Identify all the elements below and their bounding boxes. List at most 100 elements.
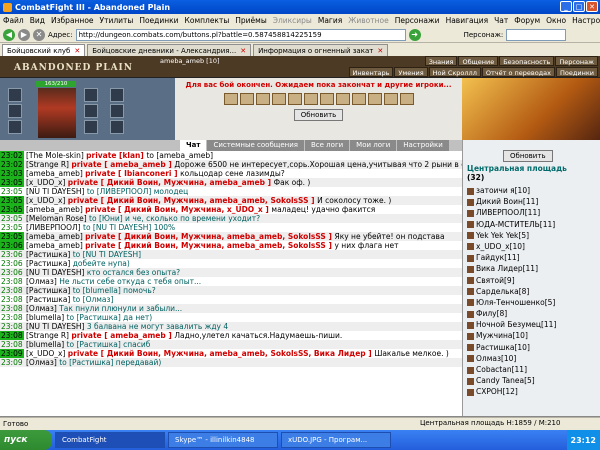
chat-sender[interactable]: [NU TI DAYESH] (24, 322, 87, 331)
chat-sender[interactable]: [Олмаз] (24, 304, 60, 313)
menu-item[interactable]: Утилиты (100, 16, 134, 25)
menu-item[interactable]: Поединки (139, 16, 178, 25)
menu-item[interactable]: Приёмы (235, 16, 266, 25)
user-list-item[interactable]: ЛИВЕРПООЛ[11] (467, 207, 599, 218)
chat-timestamp[interactable]: 23:05 (0, 214, 24, 223)
go-icon[interactable]: ➜ (408, 28, 421, 41)
tab-close-icon[interactable]: ✕ (377, 47, 383, 55)
user-list-item[interactable]: Cobactan[11] (467, 364, 599, 375)
chat-timestamp[interactable]: 23:05 (0, 232, 24, 241)
chat-sender[interactable]: [x_UDO_x] (24, 178, 68, 187)
browser-tab[interactable]: Информация о огненный закат ✕ (253, 44, 389, 56)
user-list-item[interactable]: Юля-Тенчошенко[5] (467, 297, 599, 308)
menu-item[interactable]: Окно (546, 16, 566, 25)
chat-private-recipients[interactable]: private [ ameba_ameb ] (71, 160, 174, 169)
user-list-item[interactable]: Yek Yek Yek[5] (467, 230, 599, 241)
chat-sender[interactable]: [Strange R] (24, 160, 72, 169)
chat-timestamp[interactable]: 23:02 (0, 160, 24, 169)
chat-timestamp[interactable]: 23:08 (0, 331, 24, 340)
user-list-item[interactable]: затоичи я[10] (467, 185, 599, 196)
chat-sender[interactable]: [The Mole-skin] (24, 151, 87, 160)
chat-timestamp[interactable]: 23:03 (0, 169, 24, 178)
equip-slot[interactable] (110, 120, 124, 134)
chat-timestamp[interactable]: 23:08 (0, 295, 24, 304)
back-icon[interactable]: ◀ (3, 28, 15, 41)
chat-timestamp[interactable]: 23:08 (0, 322, 24, 331)
chat-tab[interactable]: Настройки (397, 140, 449, 151)
spell-icon[interactable] (239, 93, 254, 105)
chat-timestamp[interactable]: 23:05 (0, 187, 24, 196)
user-list-item[interactable]: Ночной Безумец[11] (467, 319, 599, 330)
menu-item[interactable]: Животное (348, 16, 388, 25)
spell-icon[interactable] (255, 93, 270, 105)
user-list-item[interactable]: Дикий Воин[11] (467, 196, 599, 207)
user-list-item[interactable]: Растишка[10] (467, 342, 599, 353)
menu-item[interactable]: Магия (318, 16, 342, 25)
chat-sender[interactable]: [Олмаз] (24, 277, 60, 286)
chat-tab[interactable]: Чат (180, 140, 207, 151)
chat-private-recipients[interactable]: private [ Дикий Воин, Мужчина, ameba_ame… (85, 232, 334, 241)
chat-private-recipients[interactable]: private [ Дикий Воин, Мужчина, x_UDO_x ] (85, 205, 271, 214)
menu-item[interactable]: Комплекты (185, 16, 230, 25)
start-button[interactable]: пуск (0, 430, 52, 450)
chat-sender[interactable]: [blumella] (24, 340, 67, 349)
chat-timestamp[interactable]: 23:06 (0, 250, 24, 259)
equip-slot[interactable] (84, 120, 98, 134)
menu-item[interactable]: Форум (514, 16, 540, 25)
chat-timestamp[interactable]: 23:08 (0, 313, 24, 322)
game-nav-item[interactable]: Отчёт о переводах (481, 67, 556, 77)
chat-sender[interactable]: [x_UDO_x] (24, 196, 68, 205)
chat-timestamp[interactable]: 23:09 (0, 349, 24, 358)
menu-item[interactable]: Персонажи (395, 16, 440, 25)
spell-icon[interactable] (319, 93, 334, 105)
chat-timestamp[interactable]: 23:05 (0, 205, 24, 214)
menu-item[interactable]: Чат (494, 16, 508, 25)
spell-icon[interactable] (399, 93, 414, 105)
chat-sender[interactable]: [Растишка] (24, 250, 73, 259)
spell-icon[interactable] (303, 93, 318, 105)
chat-timestamp[interactable]: 23:08 (0, 340, 24, 349)
menu-item[interactable]: Навигация (446, 16, 489, 25)
taskbar-item[interactable]: xUDO.JPG - Програм... (281, 432, 391, 448)
chat-sender[interactable]: [Strange R] (24, 331, 72, 340)
chat-private-recipients[interactable]: private [ ameba_ameb ] (71, 331, 174, 340)
user-list-item[interactable]: Сарделька[8] (467, 286, 599, 297)
game-nav-item[interactable]: Персонаж (555, 56, 598, 66)
user-list-item[interactable]: Святой[9] (467, 275, 599, 286)
equip-slot[interactable] (110, 88, 124, 102)
stop-icon[interactable]: ✕ (33, 28, 45, 41)
game-nav-item[interactable]: Умения (394, 67, 428, 77)
chat-sender[interactable]: [ЛИВЕРПООЛ] (24, 223, 83, 232)
chat-sender[interactable]: [Meloman Rose] (24, 214, 89, 223)
chat-sender[interactable]: [ameba_ameb] (24, 232, 86, 241)
spell-icon[interactable] (383, 93, 398, 105)
chat-timestamp[interactable]: 23:06 (0, 241, 24, 250)
chat-timestamp[interactable]: 23:05 (0, 223, 24, 232)
menu-item[interactable]: Избранное (51, 16, 94, 25)
chat-sender[interactable]: [Растишка] (24, 295, 73, 304)
equip-slot[interactable] (110, 104, 124, 118)
location-refresh-button[interactable]: Обновить (503, 150, 553, 162)
tab-close-icon[interactable]: ✕ (74, 47, 80, 55)
chat-private-recipients[interactable]: private [ Дикий Воин, Мужчина, ameba_ame… (68, 349, 375, 358)
game-nav-item[interactable]: Общение (458, 56, 499, 66)
game-nav-item[interactable]: Ной Скроллл (428, 67, 481, 77)
chat-timestamp[interactable]: 23:08 (0, 304, 24, 313)
chat-timestamp[interactable]: 23:06 (0, 268, 24, 277)
taskbar-item[interactable]: Skype™ - illinilkin4848 (168, 432, 278, 448)
chat-timestamp[interactable]: 23:05 (0, 196, 24, 205)
user-list-item[interactable]: Candy Tanea[5] (467, 375, 599, 386)
chat-private-recipients[interactable]: private [klan] (86, 151, 146, 160)
chat-sender[interactable]: [Олмаз] (24, 358, 60, 367)
menu-item[interactable]: Файл (3, 16, 24, 25)
chat-sender[interactable]: [ameba_ameb] (24, 241, 86, 250)
chat-sender[interactable]: [NU TI DAYESH] (24, 268, 87, 277)
browser-tab[interactable]: Бойцовские дневники - Александрия... ✕ (87, 44, 252, 56)
chat-timestamp[interactable]: 23:02 (0, 151, 24, 160)
user-list-item[interactable]: x_UDO_x[10] (467, 241, 599, 252)
spell-icon[interactable] (335, 93, 350, 105)
chat-private-recipients[interactable]: private [ Дикий Воин, Мужчина, ameba_ame… (68, 196, 317, 205)
user-list-item[interactable]: Вика Лидер[11] (467, 263, 599, 274)
game-nav-item[interactable]: Безопасность (499, 56, 555, 66)
forward-icon[interactable]: ▶ (18, 28, 30, 41)
